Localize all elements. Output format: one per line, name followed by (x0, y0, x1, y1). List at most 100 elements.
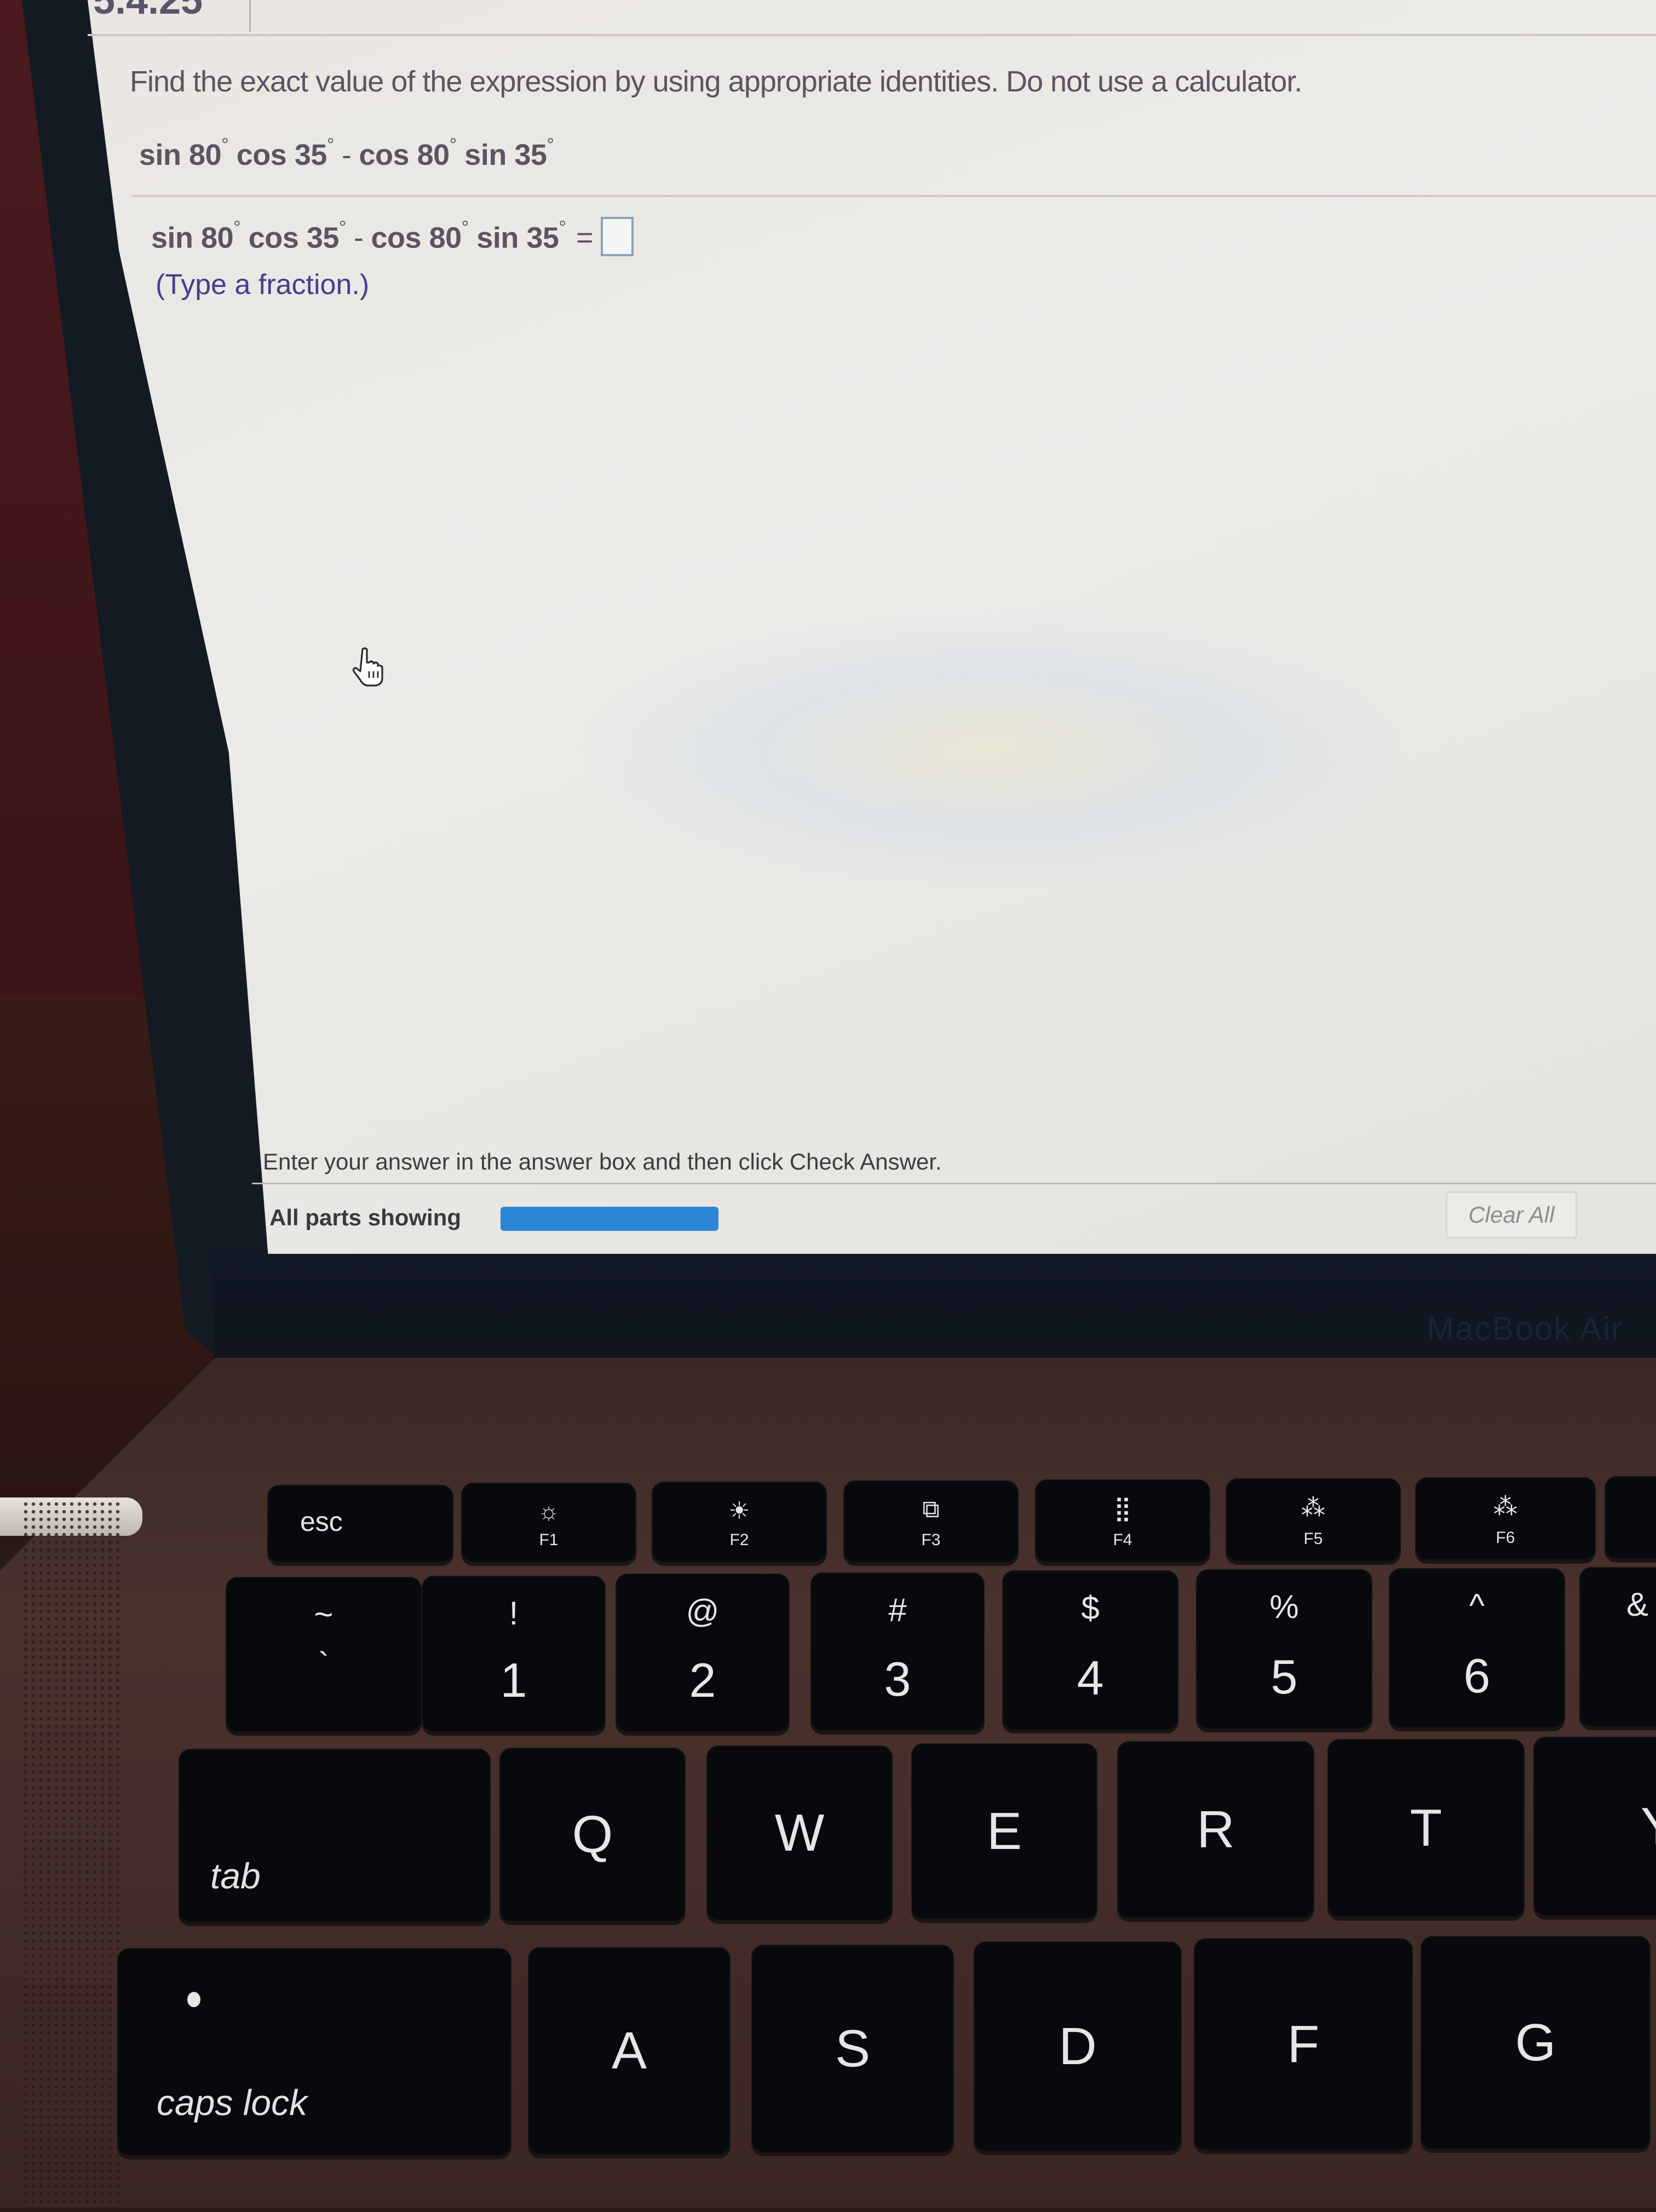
key-f3[interactable]: ⧉ F3 (843, 1481, 1019, 1563)
key-q[interactable]: Q (499, 1748, 686, 1922)
answer-input[interactable] (601, 217, 634, 256)
term-arg: 80 (429, 221, 462, 255)
expression: sin 80° cos 35° - cos 80° sin 35° (139, 135, 554, 172)
key-label: F1 (539, 1531, 559, 1549)
key-7[interactable]: & (1579, 1567, 1656, 1727)
key-d[interactable]: D (974, 1942, 1182, 2152)
key-label: 5 (1270, 1650, 1298, 1704)
section-number: 5.4.25 (93, 0, 203, 22)
key-label: D (1059, 2017, 1097, 2076)
key-3[interactable]: # 3 (810, 1572, 985, 1731)
key-shift-label: # (888, 1592, 907, 1628)
degree-symbol: ° (461, 217, 469, 239)
homework-screen (88, 0, 1656, 1254)
caps-lock-indicator (187, 1992, 200, 2007)
key-label: E (986, 1802, 1022, 1860)
key-caps-lock[interactable]: caps lock (117, 1948, 511, 2156)
key-label: W (774, 1804, 825, 1862)
key-4[interactable]: $ 4 (1002, 1570, 1178, 1730)
keyboard-backlight-up-icon: ⁂ (1493, 1493, 1517, 1520)
key-tab[interactable]: tab (179, 1749, 491, 1923)
key-label: esc (300, 1506, 343, 1537)
key-label: F3 (921, 1531, 941, 1549)
key-t[interactable]: T (1327, 1739, 1525, 1917)
key-y[interactable]: Y (1533, 1737, 1656, 1916)
question-divider (131, 195, 1656, 197)
degree-symbol: ° (221, 135, 229, 155)
parts-progress-fill (501, 1207, 718, 1231)
instructions-text: Enter your answer in the answer box and … (263, 1149, 942, 1174)
degree-symbol: ° (338, 217, 347, 239)
parts-showing-label: All parts showing (269, 1205, 462, 1230)
term-fn: cos (371, 221, 422, 255)
degree-symbol: ° (233, 217, 241, 239)
term-fn: sin (476, 221, 519, 255)
term-fn: sin (464, 139, 507, 171)
degree-symbol: ° (326, 135, 335, 155)
bezel-brand: MacBook Air (1427, 1310, 1623, 1347)
term-arg: 35 (526, 221, 559, 255)
key-shift-label: % (1269, 1588, 1299, 1625)
key-w[interactable]: W (706, 1746, 893, 1921)
footer-rule (252, 1183, 1656, 1184)
minus-operator: - (342, 139, 352, 171)
key-label: Y (1641, 1796, 1656, 1857)
key-backtick[interactable]: ~ ` (226, 1577, 422, 1732)
key-shift-label: @ (686, 1593, 720, 1629)
speaker-grille (22, 1500, 120, 2212)
key-f5[interactable]: ⁂ F5 (1226, 1478, 1401, 1562)
term-fn: cos (359, 139, 410, 171)
key-label: S (835, 2019, 871, 2078)
key-2[interactable]: @ 2 (616, 1574, 790, 1732)
key-g[interactable]: G (1421, 1936, 1651, 2150)
key-f7[interactable] (1605, 1476, 1656, 1559)
key-shift-label: & (1626, 1586, 1649, 1623)
key-label: 2 (689, 1653, 716, 1707)
key-label: tab (210, 1856, 261, 1896)
degree-symbol: ° (547, 135, 554, 155)
key-label: 3 (884, 1652, 911, 1706)
term-arg: 35 (294, 139, 327, 171)
header-divider (249, 0, 251, 32)
key-f4[interactable]: ⣿ F4 (1035, 1479, 1210, 1563)
key-f2[interactable]: ☀ F2 (652, 1482, 827, 1563)
degree-symbol: ° (559, 217, 566, 239)
key-5[interactable]: % 5 (1196, 1569, 1372, 1729)
degree-symbol: ° (449, 135, 457, 155)
key-f6[interactable]: ⁂ F6 (1415, 1477, 1596, 1560)
key-f[interactable]: F (1194, 1938, 1413, 2151)
key-1[interactable]: ! 1 (422, 1576, 606, 1732)
key-label: G (1515, 2013, 1556, 2072)
term-fn: cos (236, 139, 287, 171)
question-prompt: Find the exact value of the expression b… (130, 65, 1302, 98)
term-arg: 80 (417, 139, 450, 171)
term-fn: cos (248, 221, 299, 255)
key-label: F5 (1303, 1530, 1323, 1548)
key-label: R (1197, 1800, 1235, 1859)
key-label: Q (572, 1805, 613, 1864)
key-shift-label: ~ (314, 1596, 334, 1633)
term-arg: 80 (201, 221, 234, 255)
key-f1[interactable]: ☼ F1 (461, 1483, 636, 1563)
key-shift-label: ^ (1469, 1587, 1485, 1624)
term-fn: sin (151, 221, 193, 255)
equals-sign: = (576, 221, 594, 255)
key-6[interactable]: ^ 6 (1389, 1568, 1565, 1728)
key-label: ` (318, 1646, 329, 1683)
key-s[interactable]: S (751, 1945, 954, 2153)
key-label: F6 (1496, 1529, 1515, 1547)
key-e[interactable]: E (911, 1743, 1097, 1920)
key-esc[interactable]: esc (267, 1485, 453, 1563)
key-shift-label: ! (509, 1595, 519, 1632)
launchpad-icon: ⣿ (1113, 1495, 1132, 1522)
key-label: F4 (1113, 1531, 1132, 1549)
term-arg: 80 (189, 139, 222, 171)
pointing-hand-icon (352, 647, 383, 687)
key-label: F (1287, 2015, 1320, 2073)
answer-hint: (Type a fraction.) (156, 269, 370, 301)
minus-operator: - (354, 221, 364, 255)
key-a[interactable]: A (528, 1947, 731, 2155)
keyboard-backlight-down-icon: ⁂ (1301, 1494, 1325, 1521)
clear-all-button[interactable]: Clear All (1446, 1191, 1577, 1239)
key-r[interactable]: R (1117, 1741, 1314, 1919)
